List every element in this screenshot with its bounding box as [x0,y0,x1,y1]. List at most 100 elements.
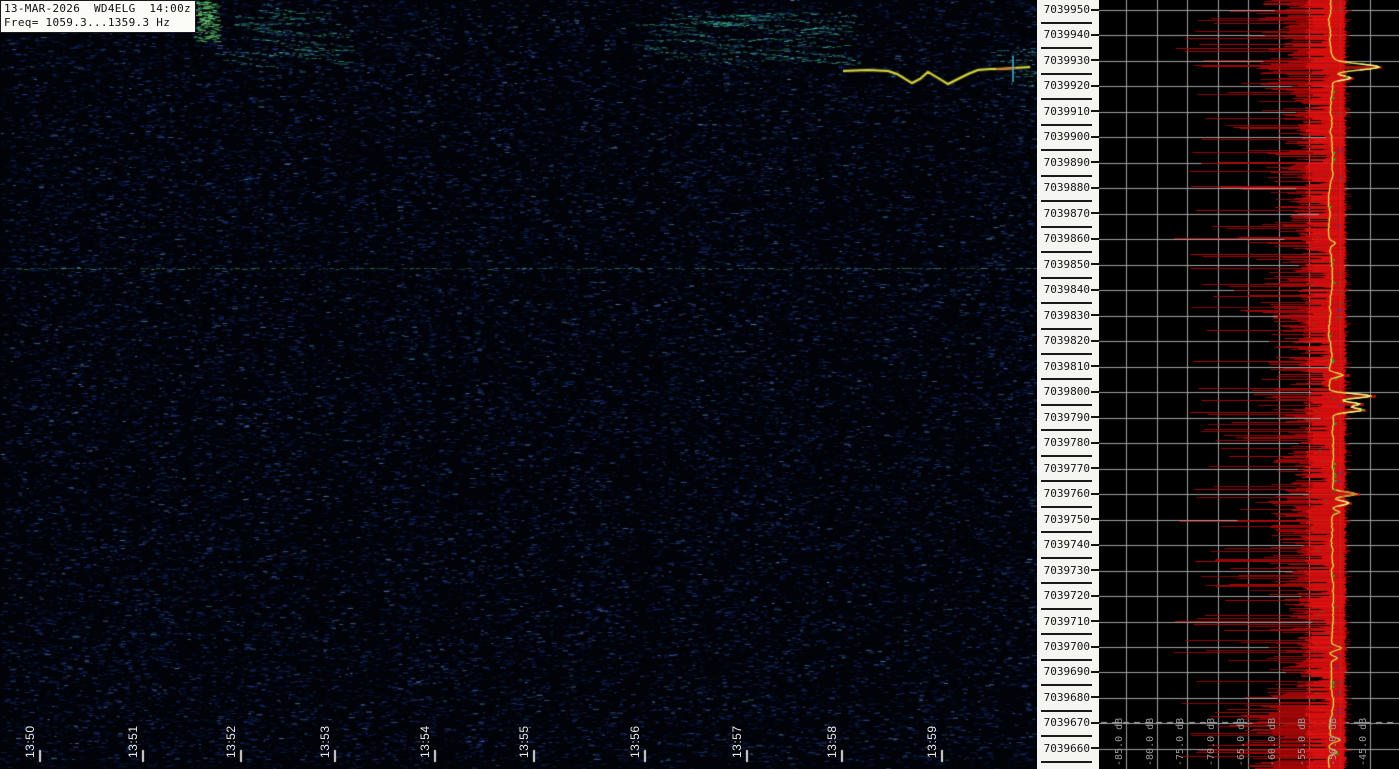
freq-scale-value: 7039850 [1043,257,1090,271]
freq-scale-minor-tick [1041,429,1092,432]
freq-scale-value: 7039770 [1043,461,1090,475]
freq-scale-value: 7039830 [1043,308,1090,322]
freq-scale-label: 7039880 [1037,181,1099,194]
freq-scale-label: 7039800 [1037,385,1099,398]
freq-scale-minor-tick [1041,454,1092,457]
freq-scale-value: 7039860 [1043,232,1090,246]
freq-scale-label: 7039860 [1037,232,1099,245]
freq-scale-label: 7039780 [1037,436,1099,449]
freq-scale-minor-tick [1041,302,1092,305]
freq-scale-major-tick [1091,390,1099,393]
freq-scale-value: 7039690 [1043,665,1090,679]
freq-scale-value: 7039680 [1043,690,1090,704]
freq-scale-label: 7039680 [1037,691,1099,704]
freq-scale-major-tick [1091,288,1099,291]
freq-scale-value: 7039780 [1043,436,1090,450]
freq-scale-value: 7039730 [1043,563,1090,577]
freq-scale-label: 7039660 [1037,742,1099,755]
freq-scale-minor-tick [1041,225,1092,228]
freq-scale-minor-tick [1041,21,1092,24]
freq-scale-minor-tick [1041,98,1092,101]
info-freq-range: Freq= 1059.3...1359.3 Hz [4,16,171,29]
freq-scale-value: 7039800 [1043,385,1090,399]
freq-scale-minor-tick [1041,123,1092,126]
freq-scale-minor-tick [1041,735,1092,738]
freq-scale-label: 7039890 [1037,156,1099,169]
freq-scale-value: 7039880 [1043,181,1090,195]
freq-scale-major-tick [1091,696,1099,699]
freq-scale-value: 7039760 [1043,487,1090,501]
grabber-screen: 13-MAR-2026 WD4ELG 14:00z Freq= 1059.3..… [0,0,1399,769]
freq-scale-major-tick [1091,84,1099,87]
freq-scale-value: 7039890 [1043,155,1090,169]
freq-scale-major-tick [1091,518,1099,521]
freq-scale-value: 7039710 [1043,614,1090,628]
waterfall-spectrogram-canvas [0,0,1037,769]
freq-scale-minor-tick [1041,505,1092,508]
freq-scale-minor-tick [1041,149,1092,152]
freq-scale-label: 7039730 [1037,564,1099,577]
freq-scale-value: 7039670 [1043,716,1090,730]
freq-scale-minor-tick [1041,47,1092,50]
freq-scale-major-tick [1091,569,1099,572]
freq-scale-label: 7039760 [1037,487,1099,500]
freq-scale-minor-tick [1041,251,1092,254]
freq-scale-value: 7039840 [1043,283,1090,297]
freq-scale-value: 7039700 [1043,640,1090,653]
freq-scale-label: 7039790 [1037,411,1099,424]
freq-scale-label: 7039950 [1037,3,1099,16]
freq-scale-minor-tick [1041,480,1092,483]
freq-scale-value: 7039930 [1043,53,1090,67]
freq-scale-value: 7039720 [1043,589,1090,603]
info-box: 13-MAR-2026 WD4ELG 14:00z Freq= 1059.3..… [0,0,196,33]
freq-scale-label: 7039700 [1037,640,1099,653]
freq-scale-label: 7039770 [1037,462,1099,475]
freq-scale-label: 7039930 [1037,54,1099,67]
freq-scale-value: 7039790 [1043,410,1090,424]
freq-scale-label: 7039920 [1037,79,1099,92]
freq-scale-major-tick [1091,135,1099,138]
freq-scale-major-tick [1091,59,1099,62]
freq-scale-major-tick [1091,620,1099,623]
freq-scale-major-tick [1091,212,1099,215]
freq-scale-major-tick [1091,645,1099,648]
freq-scale-minor-tick [1041,174,1092,177]
freq-scale-minor-tick [1041,556,1092,559]
freq-scale-value: 7039910 [1043,104,1090,118]
freq-scale-major-tick [1091,110,1099,113]
freq-scale-label: 7039820 [1037,334,1099,347]
freq-scale-major-tick [1091,747,1099,750]
freq-scale-label: 7039740 [1037,538,1099,551]
freq-scale-label: 7039840 [1037,283,1099,296]
freq-scale-minor-tick [1041,403,1092,406]
freq-scale-major-tick [1091,594,1099,597]
freq-scale-label: 7039750 [1037,513,1099,526]
freq-scale-major-tick [1091,365,1099,368]
freq-scale-label: 7039720 [1037,589,1099,602]
freq-scale-label: 7039830 [1037,309,1099,322]
freq-scale-minor-tick [1041,72,1092,75]
freq-scale-label: 7039810 [1037,360,1099,373]
freq-scale-major-tick [1091,186,1099,189]
freq-scale-minor-tick [1041,709,1092,712]
freq-scale-major-tick [1091,721,1099,724]
spectrum-panel: -85.0 dB -80.0 dB -75.0 dB -70.0 dB -65.0 dB… [1099,0,1399,769]
freq-scale-label: 7039940 [1037,28,1099,41]
freq-scale-major-tick [1091,237,1099,240]
freq-scale-value: 7039940 [1043,28,1090,42]
freq-scale-minor-tick [1041,582,1092,585]
freq-scale-major-tick [1091,492,1099,495]
freq-scale-label: 7039850 [1037,258,1099,271]
freq-scale-minor-tick [1041,378,1092,381]
freq-scale-value: 7039870 [1043,206,1090,220]
freq-scale-value: 7039900 [1043,130,1090,144]
freq-scale-major-tick [1091,467,1099,470]
freq-scale-value: 7039740 [1043,538,1090,552]
freq-scale-minor-tick [1041,658,1092,661]
freq-scale-value: 7039810 [1043,359,1090,373]
freq-scale-major-tick [1091,33,1099,36]
freq-scale-major-tick [1091,543,1099,546]
freq-scale-minor-tick [1041,200,1092,203]
freq-scale-label: 7039900 [1037,130,1099,143]
freq-scale-major-tick [1091,314,1099,317]
